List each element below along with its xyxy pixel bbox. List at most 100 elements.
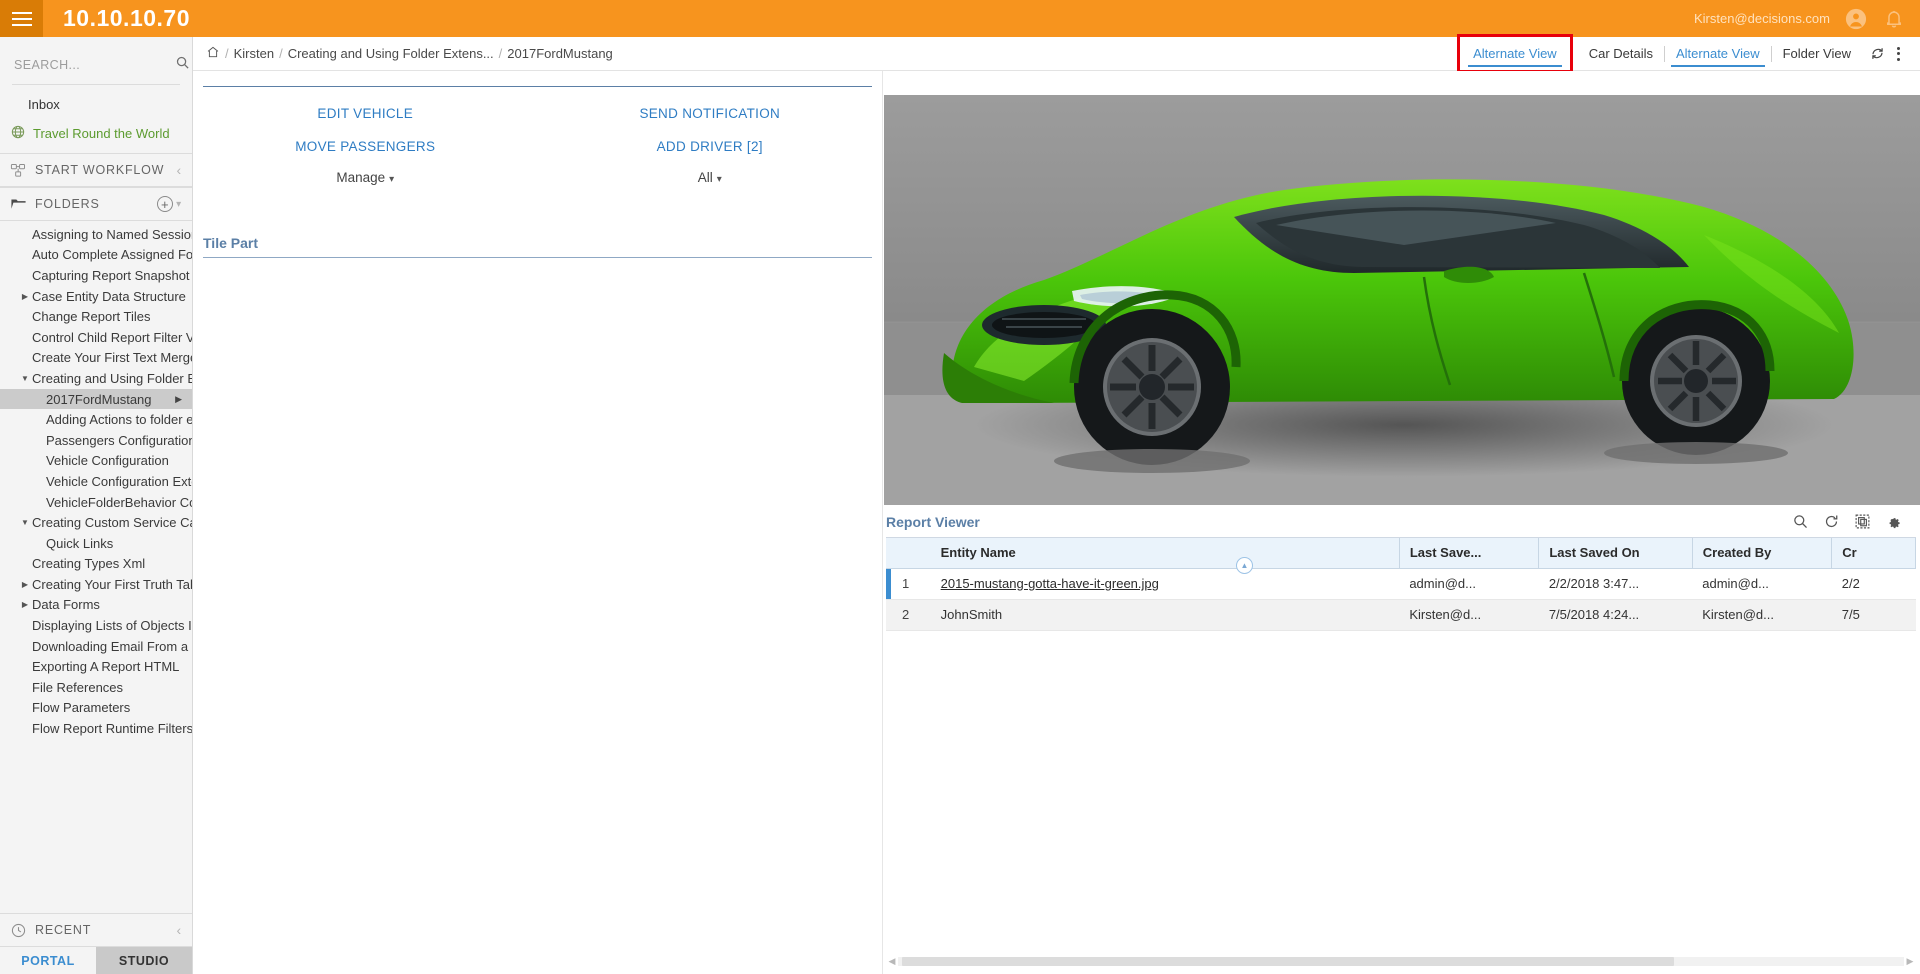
scroll-right-arrow-icon[interactable]: ▶ (1904, 956, 1916, 967)
sidebar-folder-item[interactable]: Capturing Report Snapshot (0, 265, 192, 286)
scroll-left-arrow-icon[interactable]: ◀ (886, 956, 898, 967)
twisty-collapsed-icon[interactable]: ▶ (18, 600, 32, 609)
twisty-collapsed-icon[interactable]: ▶ (18, 580, 32, 589)
search-icon[interactable] (175, 55, 190, 75)
twisty-expanded-icon[interactable]: ▼ (18, 518, 32, 527)
sidebar-folder-item[interactable]: Change Report Tiles (0, 306, 192, 327)
chevron-down-icon[interactable]: ▾ (176, 199, 182, 210)
chevron-left-icon[interactable]: ‹ (177, 162, 182, 178)
sidebar-folder-item[interactable]: Adding Actions to folder entiti (0, 409, 192, 430)
home-icon[interactable] (206, 45, 220, 62)
cell-entity-name[interactable]: 2015-mustang-gotta-have-it-green.jpg (930, 568, 1400, 600)
refresh-icon[interactable] (1823, 513, 1840, 530)
sidebar-folder-item[interactable]: Creating Types Xml (0, 554, 192, 575)
search-input[interactable] (14, 57, 175, 72)
scrollbar-track[interactable] (898, 956, 1904, 966)
breadcrumb-item-2[interactable]: 2017FordMustang (507, 46, 613, 61)
sidebar-folder-item[interactable]: ▶ Case Entity Data Structure (0, 286, 192, 307)
account-circle-icon[interactable] (1844, 7, 1868, 31)
column-header-created-by[interactable]: Created By (1692, 538, 1833, 569)
move-passengers-button[interactable]: MOVE PASSENGERS (193, 130, 538, 163)
column-header-index[interactable] (886, 538, 931, 569)
twisty-collapsed-icon[interactable]: ▶ (18, 292, 32, 301)
cell-row-index: 2 (886, 599, 931, 631)
chevron-left-icon[interactable]: ‹ (177, 922, 182, 938)
table-row[interactable]: 2 JohnSmith Kirsten@d... 7/5/2018 4:24... Ki… (886, 599, 1916, 631)
chevron-down-icon: ▾ (389, 174, 395, 185)
breadcrumb-item-1[interactable]: Creating and Using Folder Extens... (288, 46, 494, 61)
tab-alternate-view-highlighted[interactable]: Alternate View (1462, 38, 1568, 69)
folder-tree[interactable]: Assigning to Named Sessions Auto Complete… (0, 221, 192, 913)
tab-car-details[interactable]: Car Details (1578, 38, 1664, 69)
sidebar-folder-item[interactable]: Downloading Email From a Mail (0, 636, 192, 657)
sidebar-folder-item[interactable]: Auto Complete Assigned Form (0, 245, 192, 266)
sidebar-item-inbox[interactable]: Inbox (0, 85, 192, 120)
sidebar-section-recent[interactable]: RECENT ‹ (0, 913, 192, 947)
sidebar-tab-portal[interactable]: PORTAL (0, 947, 96, 974)
column-header-last-saved-on[interactable]: Last Saved On (1538, 538, 1693, 569)
sidebar-folder-label: Creating Types Xml (32, 556, 146, 572)
column-header-created-on[interactable]: Cr (1831, 538, 1916, 569)
notification-bell-icon[interactable] (1882, 7, 1906, 31)
sidebar-folder-item[interactable]: Exporting A Report HTML (0, 656, 192, 677)
folder-expand-arrow-icon[interactable]: ▶ (175, 394, 192, 405)
all-dropdown[interactable]: All ▾ (538, 163, 883, 185)
tab-folder-view[interactable]: Folder View (1772, 38, 1862, 69)
send-notification-button[interactable]: SEND NOTIFICATION (538, 97, 883, 130)
tab-alternate-view[interactable]: Alternate View (1665, 38, 1771, 69)
cell-last-saved-by: admin@d... (1399, 568, 1539, 600)
gear-icon[interactable] (1885, 513, 1902, 530)
sidebar-section-folders[interactable]: FOLDERS + ▾ (0, 187, 192, 221)
twisty-expanded-icon[interactable]: ▼ (18, 374, 32, 383)
kebab-menu-icon[interactable] (1893, 46, 1908, 61)
sidebar-folder-label: Vehicle Configuration (46, 453, 169, 469)
table-header-row: Entity Name Last Save... Last Saved On C… (886, 538, 1916, 569)
sidebar-item-travel-round-the-world[interactable]: Travel Round the World (0, 120, 192, 153)
add-folder-button[interactable]: + (157, 196, 174, 212)
breadcrumb-separator: / (225, 46, 229, 61)
sidebar-folder-item[interactable]: ▶ Data Forms (0, 595, 192, 616)
sidebar-folder-item[interactable]: Flow Report Runtime Filters (0, 718, 192, 739)
horizontal-scrollbar[interactable]: ◀ ▶ (886, 954, 1916, 968)
cell-last-saved-on: 7/5/2018 4:24... (1538, 599, 1693, 631)
sidebar-folder-item[interactable]: ▼Creating Custom Service Catalo (0, 512, 192, 533)
manage-dropdown[interactable]: Manage ▾ (193, 163, 538, 185)
folder-icon (11, 199, 26, 209)
breadcrumb-item-0[interactable]: Kirsten (234, 46, 274, 61)
sidebar-folder-item[interactable]: File References (0, 677, 192, 698)
sidebar-folder-item[interactable]: ▼Creating and Using Folder Exten (0, 368, 192, 389)
search-icon[interactable] (1792, 513, 1809, 530)
sidebar-section-start-workflow[interactable]: START WORKFLOW ‹ (0, 153, 192, 187)
table-row[interactable]: 1 2015-mustang-gotta-have-it-green.jpg adm… (886, 568, 1916, 600)
sidebar-folder-label: Flow Parameters (32, 700, 131, 716)
sidebar-search-row[interactable] (12, 45, 189, 85)
edit-vehicle-button[interactable]: EDIT VEHICLE (193, 97, 538, 130)
column-sort-indicator-icon[interactable]: ▲ (1236, 557, 1253, 574)
sidebar-folder-item[interactable]: Assigning to Named Sessions (0, 224, 192, 245)
sidebar-folder-item[interactable]: Control Child Report Filter Value (0, 327, 192, 348)
refresh-icon[interactable] (1862, 45, 1893, 62)
copy-icon[interactable] (1854, 513, 1871, 530)
hamburger-icon[interactable] (0, 0, 43, 37)
add-driver-button[interactable]: ADD DRIVER [2] (538, 130, 883, 163)
sidebar-folder-item[interactable]: Passengers Configuration (0, 430, 192, 451)
sidebar-folder-item[interactable]: ▶ Creating Your First Truth Table (0, 574, 192, 595)
scrollbar-thumb[interactable] (902, 956, 1674, 966)
cell-entity-name: JohnSmith (930, 599, 1400, 631)
sidebar-folder-item[interactable]: Flow Parameters (0, 698, 192, 719)
report-viewer-table[interactable]: Entity Name Last Save... Last Saved On C… (886, 537, 1916, 631)
manage-dropdown-label: Manage (336, 170, 386, 185)
sidebar-tab-studio[interactable]: STUDIO (96, 947, 192, 974)
entity-name-link[interactable]: 2015-mustang-gotta-have-it-green.jpg (941, 576, 1159, 591)
sidebar-folder-item[interactable]: Vehicle Configuration (0, 451, 192, 472)
sidebar-folder-item[interactable]: VehicleFolderBehavior Config (0, 492, 192, 513)
sidebar-folder-item[interactable]: Vehicle Configuration Extensio (0, 471, 192, 492)
column-header-entity-name[interactable]: Entity Name (930, 538, 1400, 569)
sidebar-folder-label: 2017FordMustang (46, 391, 152, 407)
sidebar-folder-item[interactable]: Create Your First Text Merge (0, 348, 192, 369)
column-header-last-saved-by[interactable]: Last Save... (1399, 538, 1540, 569)
sidebar-folder-item[interactable]: 2017FordMustang ▶ (0, 388, 192, 410)
sidebar-folder-item[interactable]: Displaying Lists of Objects In A (0, 615, 192, 636)
sidebar-folder-item[interactable]: Quick Links (0, 533, 192, 554)
view-tabs: Alternate View Car Details Alternate Vie… (1457, 34, 1920, 73)
